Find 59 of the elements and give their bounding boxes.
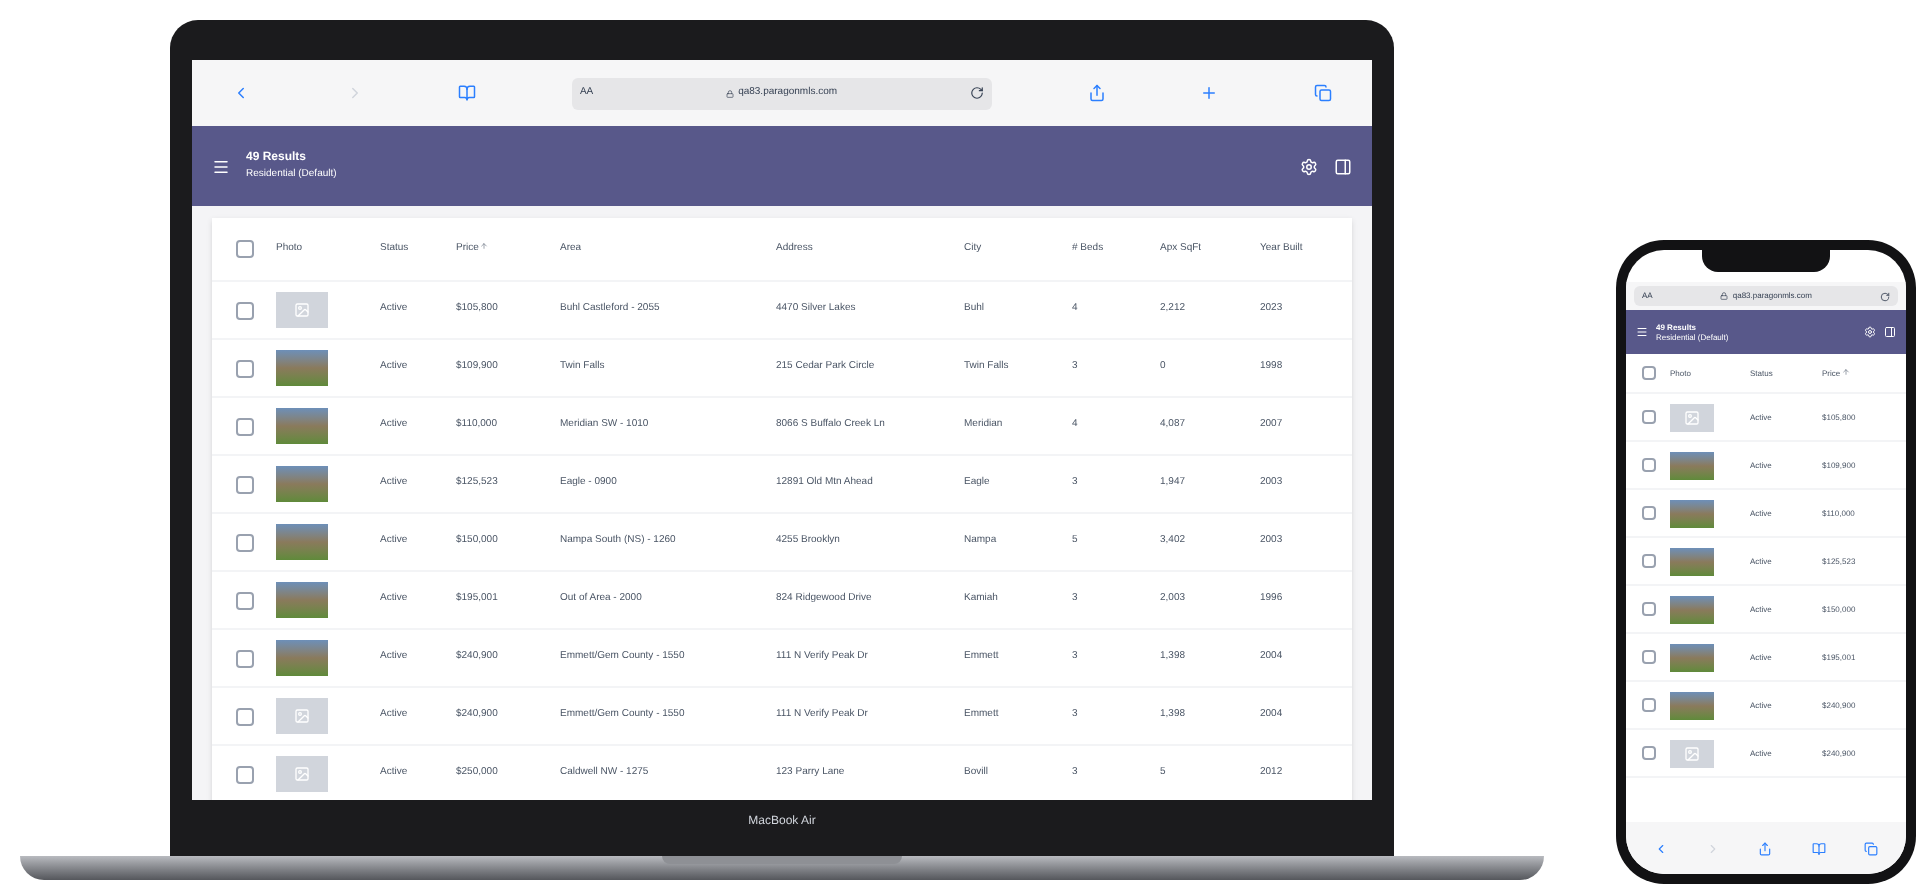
checkbox[interactable] — [235, 533, 253, 551]
reload-icon[interactable] — [969, 86, 984, 100]
photo-placeholder — [1670, 451, 1714, 479]
lock-icon — [1720, 292, 1729, 300]
image-icon — [1684, 745, 1700, 761]
checkbox[interactable] — [1641, 410, 1655, 424]
photo-placeholder — [1670, 595, 1714, 623]
photo-placeholder — [1670, 643, 1714, 671]
checkbox[interactable] — [235, 240, 253, 258]
reload-icon[interactable] — [1880, 291, 1890, 301]
checkbox[interactable] — [1641, 650, 1655, 664]
checkbox[interactable] — [235, 301, 253, 319]
phone-notch — [1702, 250, 1830, 272]
photo-placeholder — [276, 524, 328, 560]
checkbox[interactable] — [1641, 366, 1655, 380]
book-icon[interactable] — [458, 84, 477, 102]
image-icon — [1684, 409, 1700, 425]
checkbox[interactable] — [1641, 554, 1655, 568]
checkbox[interactable] — [1641, 698, 1655, 712]
checkbox[interactable] — [235, 591, 253, 609]
checkbox[interactable] — [235, 475, 253, 493]
menu-icon[interactable] — [212, 157, 230, 175]
menu-icon[interactable] — [1636, 326, 1648, 338]
image-icon — [294, 708, 310, 724]
settings-icon[interactable] — [1300, 157, 1318, 175]
image-icon — [294, 302, 310, 318]
checkbox[interactable] — [1641, 602, 1655, 616]
panel-icon[interactable] — [1334, 157, 1352, 175]
share-icon[interactable] — [1758, 841, 1773, 855]
book-icon[interactable] — [1811, 841, 1826, 855]
checkbox[interactable] — [235, 359, 253, 377]
photo-placeholder — [276, 408, 328, 444]
back-icon[interactable] — [1653, 841, 1668, 855]
panel-icon[interactable] — [1884, 326, 1896, 338]
back-icon[interactable] — [232, 84, 250, 102]
checkbox[interactable] — [235, 765, 253, 783]
checkbox[interactable] — [235, 649, 253, 667]
image-icon — [294, 766, 310, 782]
sort-icon — [480, 241, 489, 250]
checkbox[interactable] — [1641, 506, 1655, 520]
sort-icon — [1842, 367, 1851, 375]
forward-icon[interactable] — [1706, 841, 1721, 855]
share-icon[interactable] — [1087, 84, 1106, 102]
checkbox[interactable] — [1641, 458, 1655, 472]
checkbox[interactable] — [1641, 746, 1655, 760]
photo-placeholder — [276, 350, 328, 386]
photo-placeholder — [1670, 547, 1714, 575]
lock-icon — [726, 89, 735, 97]
checkbox[interactable] — [235, 707, 253, 725]
photo-placeholder — [1670, 691, 1714, 719]
photo-placeholder — [1670, 499, 1714, 527]
photo-placeholder — [276, 640, 328, 676]
tabs-icon[interactable] — [1313, 84, 1332, 102]
tabs-icon[interactable] — [1864, 841, 1879, 855]
checkbox[interactable] — [235, 417, 253, 435]
settings-icon[interactable] — [1864, 326, 1876, 338]
photo-placeholder — [276, 582, 328, 618]
add-icon[interactable] — [1200, 84, 1219, 102]
photo-placeholder — [276, 466, 328, 502]
